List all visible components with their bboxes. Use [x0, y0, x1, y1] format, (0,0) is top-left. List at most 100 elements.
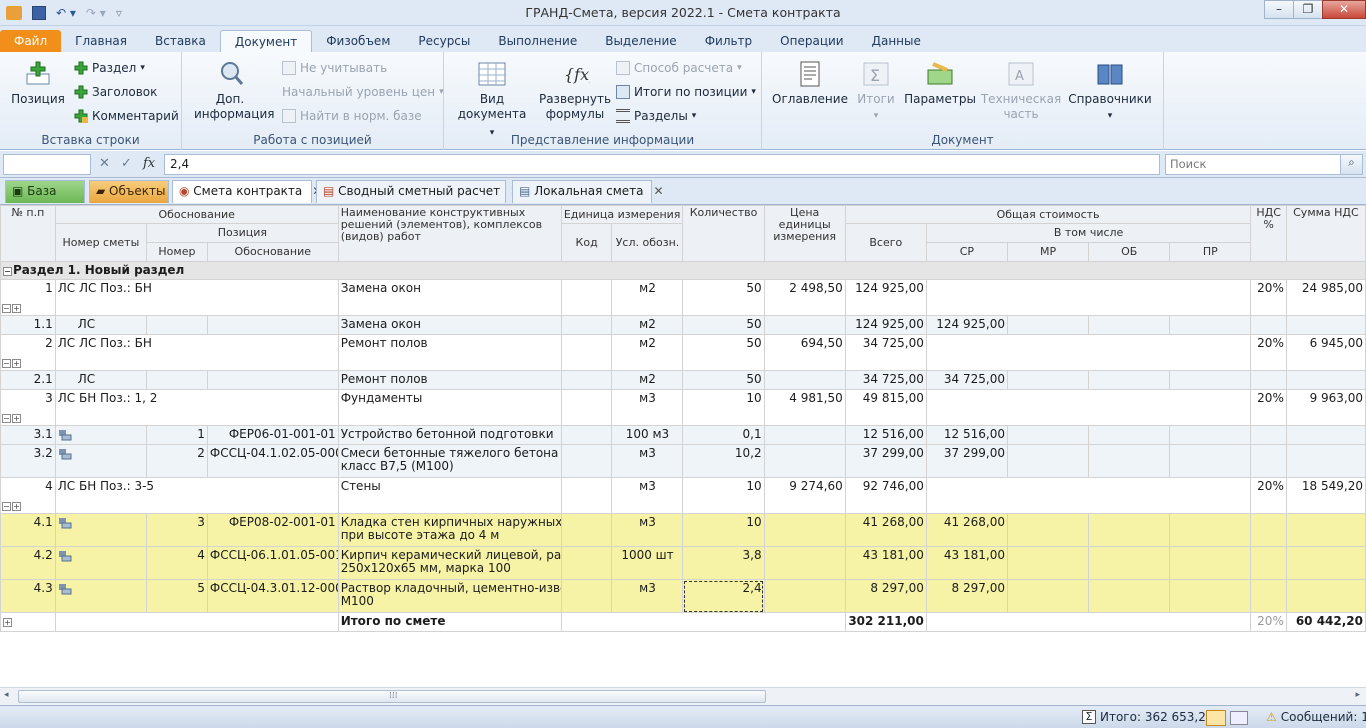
- extra-info-button[interactable]: Доп. информация: [194, 60, 274, 122]
- restore-button[interactable]: ❐: [1293, 0, 1323, 19]
- references-button[interactable]: Справочники ▾: [1068, 60, 1152, 124]
- ignore-button[interactable]: Не учитывать: [282, 61, 387, 75]
- totals-button[interactable]: Σ Итоги ▾: [854, 60, 898, 124]
- table-row[interactable]: 3.1 1 ФЕР06-01-001-01 Устройство бетонно…: [0, 425, 1366, 445]
- table-row[interactable]: 3.2 2 ФССЦ-04.1.02.05-0003 Смеси бетонны…: [0, 444, 1366, 478]
- search-input[interactable]: Поиск ⌕: [1165, 154, 1363, 175]
- accept-edit-icon[interactable]: ✓: [121, 156, 132, 171]
- collapse-row-icon[interactable]: −: [2, 304, 11, 313]
- collapse-row-icon[interactable]: −: [2, 414, 11, 423]
- comment-button[interactable]: Комментарий: [74, 109, 179, 123]
- close-tab-icon[interactable]: ✕: [653, 184, 663, 198]
- tab-physical-volume[interactable]: Физобъем: [312, 30, 404, 52]
- col-position-number[interactable]: Номер: [146, 242, 208, 262]
- tab-filter[interactable]: Фильтр: [691, 30, 766, 52]
- col-unit[interactable]: Единица измерения: [560, 205, 684, 224]
- table-row[interactable]: 4− + ЛС БН Поз.: 3-5 Стены м3 10 9 274,60…: [0, 477, 1366, 514]
- scroll-left-icon[interactable]: ◂: [4, 690, 9, 700]
- col-position-basis[interactable]: Обоснование: [206, 242, 339, 262]
- function-fx-icon[interactable]: fx: [143, 156, 155, 171]
- expand-row-icon[interactable]: +: [12, 359, 21, 368]
- tab-operations[interactable]: Операции: [766, 30, 857, 52]
- tab-execution[interactable]: Выполнение: [484, 30, 591, 52]
- table-row[interactable]: 2.1 ЛС Ремонт полов м2 50 34 725,00 34 7…: [0, 370, 1366, 390]
- expand-total-icon[interactable]: +: [3, 618, 12, 627]
- col-position[interactable]: Позиция: [146, 223, 339, 243]
- col-all[interactable]: Всего: [844, 223, 927, 262]
- col-sr[interactable]: СР: [925, 242, 1008, 262]
- col-including[interactable]: В том числе: [925, 223, 1252, 243]
- tab-insert[interactable]: Вставка: [141, 30, 220, 52]
- expand-row-icon[interactable]: +: [12, 414, 21, 423]
- col-vat-sum[interactable]: Сумма НДС: [1285, 205, 1366, 262]
- status-messages[interactable]: ⚠ Сообщений: 1: [1266, 710, 1366, 724]
- expand-formulas-button[interactable]: {fx} Развернуть формулы: [538, 60, 612, 122]
- col-pr[interactable]: ПР: [1169, 242, 1252, 262]
- price-level-dropdown[interactable]: Начальный уровень цен ▾: [282, 85, 444, 99]
- table-row[interactable]: 4.3 5 ФССЦ-04.3.01.12-0005 Раствор кладо…: [0, 579, 1366, 613]
- tab-document[interactable]: Документ: [219, 30, 313, 52]
- page-view-icon[interactable]: [1206, 710, 1226, 726]
- technical-part-button[interactable]: A Техническая часть: [980, 60, 1062, 122]
- close-button[interactable]: ✕: [1322, 0, 1366, 19]
- col-ob[interactable]: ОБ: [1088, 242, 1171, 262]
- name-box[interactable]: [3, 154, 91, 175]
- search-icon[interactable]: ⌕: [1340, 155, 1362, 174]
- find-norm-button[interactable]: Найти в норм. базе: [282, 109, 422, 123]
- col-mr[interactable]: МР: [1006, 242, 1090, 262]
- expand-row-icon[interactable]: +: [12, 502, 21, 511]
- tab-selection[interactable]: Выделение: [591, 30, 690, 52]
- tab-base[interactable]: ▣ База: [5, 180, 85, 203]
- totals-by-position-dropdown[interactable]: Итоги по позиции ▾: [616, 85, 756, 99]
- total-row[interactable]: + Итого по смете 302 211,00 20% 60 442,2…: [0, 612, 1366, 632]
- tab-file[interactable]: Файл: [0, 30, 62, 52]
- tab-data[interactable]: Данные: [858, 30, 935, 52]
- tab-contract-estimate[interactable]: ◉ Смета контракта✕: [172, 180, 322, 203]
- calc-method-dropdown[interactable]: Способ расчета ▾: [616, 61, 742, 75]
- col-unit-abbr[interactable]: Усл. обозн.: [611, 223, 684, 262]
- tab-summary-calc[interactable]: ▤ Сводный сметный расчет✕: [316, 180, 520, 203]
- svg-text:Σ: Σ: [870, 66, 880, 85]
- window-title: ГРАНД-Смета, версия 2022.1 - Смета контр…: [525, 5, 841, 20]
- toc-button[interactable]: Оглавление: [772, 60, 848, 107]
- table-row[interactable]: 1− + ЛС ЛС Поз.: БН Замена окон м2 50 2 4…: [0, 279, 1366, 316]
- col-total-cost[interactable]: Общая стоимость: [844, 205, 1252, 224]
- cancel-edit-icon[interactable]: ✕: [99, 156, 110, 171]
- col-basis[interactable]: Обоснование: [54, 205, 339, 224]
- layout-view-icon[interactable]: [1230, 711, 1248, 725]
- collapse-row-icon[interactable]: −: [2, 359, 11, 368]
- section-row[interactable]: − Раздел 1. Новый раздел: [0, 261, 1366, 280]
- col-price[interactable]: Цена единицы измерения: [763, 205, 846, 262]
- tab-resources[interactable]: Ресурсы: [404, 30, 484, 52]
- selected-cell-qty[interactable]: 2,4: [682, 579, 765, 613]
- minimize-button[interactable]: –: [1264, 0, 1294, 19]
- col-num[interactable]: № п.п: [0, 205, 56, 262]
- horizontal-scrollbar[interactable]: ◂ ⁞⁞⁞ ▸: [0, 687, 1366, 705]
- doc-view-button[interactable]: Вид документа ▾: [456, 60, 528, 141]
- expand-row-icon[interactable]: +: [12, 304, 21, 313]
- heading-button[interactable]: Заголовок: [74, 85, 157, 99]
- scroll-right-icon[interactable]: ▸: [1355, 690, 1360, 700]
- collapse-row-icon[interactable]: −: [2, 502, 11, 511]
- parameters-button[interactable]: Параметры: [904, 60, 976, 107]
- table-row[interactable]: 4.2 4 ФССЦ-06.1.01.05-0015 Кирпич керами…: [0, 546, 1366, 580]
- col-estimate-number[interactable]: Номер сметы: [54, 223, 148, 262]
- col-name[interactable]: Наименование конструктивных решений (эле…: [337, 205, 562, 262]
- collapse-section-icon[interactable]: −: [3, 267, 12, 276]
- tab-objects[interactable]: ▰ Объекты: [89, 180, 169, 203]
- col-qty[interactable]: Количество: [682, 205, 765, 262]
- tab-home[interactable]: Главная: [61, 30, 141, 52]
- table-row[interactable]: 4.1 3 ФЕР08-02-001-01 Кладка стен кирпич…: [0, 513, 1366, 547]
- section-button[interactable]: Раздел ▾: [74, 61, 145, 75]
- formula-input[interactable]: 2,4: [164, 154, 1160, 175]
- table-row[interactable]: 2− + ЛС ЛС Поз.: БН Ремонт полов м2 50 69…: [0, 334, 1366, 371]
- position-button[interactable]: Позиция: [10, 60, 66, 107]
- col-vat-pct[interactable]: НДС %: [1250, 205, 1287, 262]
- col-unit-code[interactable]: Код: [560, 223, 613, 262]
- sections-dropdown[interactable]: Разделы ▾: [616, 109, 696, 123]
- table-row[interactable]: 3− + ЛС БН Поз.: 1, 2 Фундаменты м3 10 4 …: [0, 389, 1366, 426]
- status-total[interactable]: Σ Итого: 362 653,20: [1082, 710, 1214, 724]
- table-row[interactable]: 1.1 ЛС Замена окон м2 50 124 925,00 124 …: [0, 315, 1366, 335]
- tab-local-estimate[interactable]: ▤ Локальная смета ✕: [512, 180, 664, 203]
- scrollbar-thumb[interactable]: ⁞⁞⁞: [18, 690, 766, 703]
